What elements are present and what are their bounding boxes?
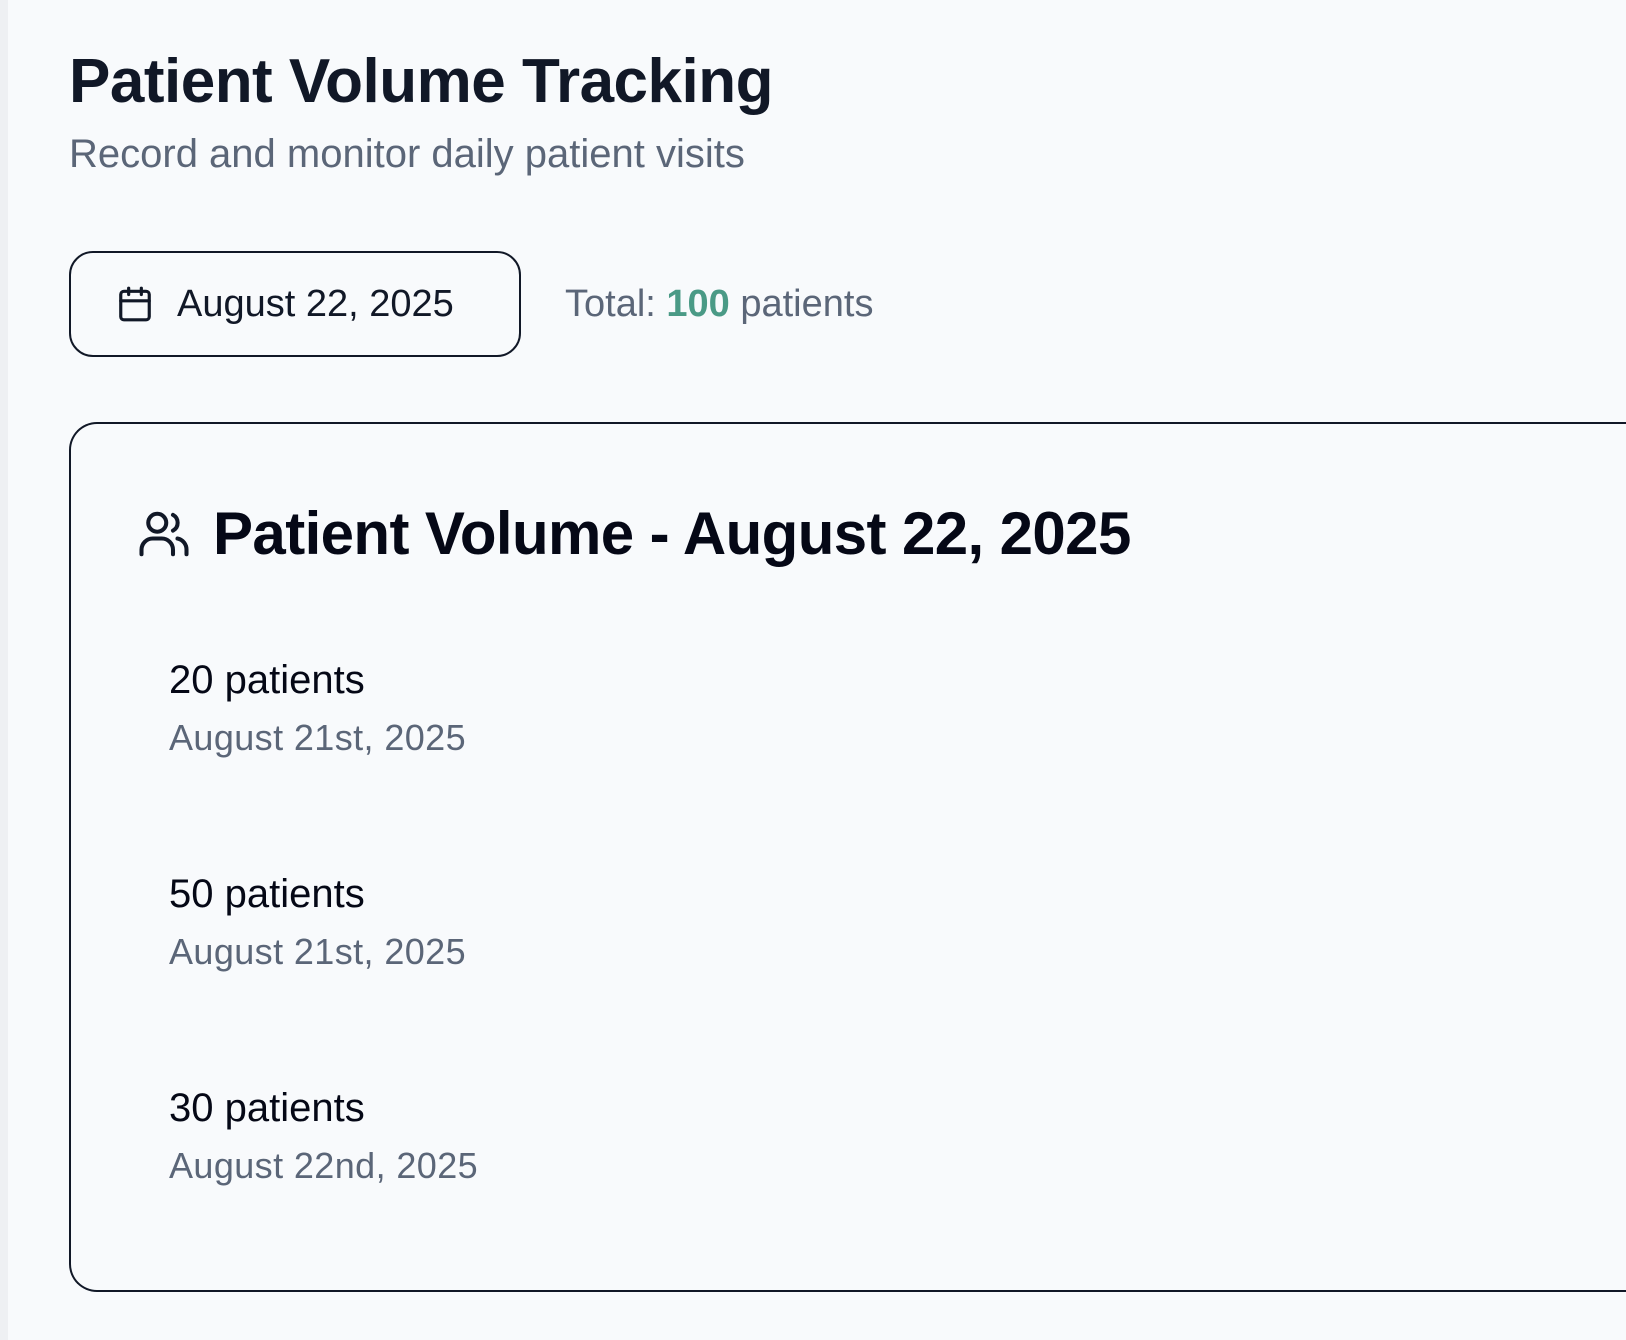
visit-date: August 21st, 2025 (169, 931, 467, 972)
patient-volume-card: Patient Volume - August 22, 2025 20 pati… (69, 422, 1626, 1292)
visit-list-item: 50 patients August 21st, 2025 (169, 870, 1369, 1084)
visit-count: 50 patients (169, 872, 365, 916)
visit-date: August 22nd, 2025 (169, 1145, 479, 1186)
total-patients-summary: Total: 100 patients (565, 281, 873, 327)
total-suffix: patients (729, 283, 874, 325)
calendar-icon (115, 284, 155, 324)
card-title: Patient Volume - August 22, 2025 (213, 500, 1131, 567)
patient-volume-page: Patient Volume Tracking Record and monit… (69, 0, 1626, 1340)
visit-list-item: 20 patients August 21st, 2025 (169, 656, 1369, 870)
card-header: Patient Volume - August 22, 2025 (137, 494, 1131, 574)
date-picker-button[interactable]: August 22, 2025 (69, 251, 521, 357)
visit-count: 20 patients (169, 658, 365, 702)
visit-date: August 21st, 2025 (169, 717, 467, 758)
left-edge-strip (0, 0, 8, 1340)
total-prefix: Total: (565, 283, 667, 325)
page-title: Patient Volume Tracking (69, 47, 773, 116)
users-icon (137, 507, 191, 561)
total-patients-count: 100 (666, 283, 730, 325)
page-subtitle: Record and monitor daily patient visits (69, 132, 745, 176)
selected-date-label: August 22, 2025 (177, 282, 454, 325)
visit-count: 30 patients (169, 1086, 365, 1130)
date-controls: August 22, 2025 Total: 100 patients (69, 251, 873, 357)
visit-list-item: 30 patients August 22nd, 2025 (169, 1084, 1369, 1298)
patient-visit-list: 20 patients August 21st, 2025 50 patient… (169, 656, 1369, 1298)
